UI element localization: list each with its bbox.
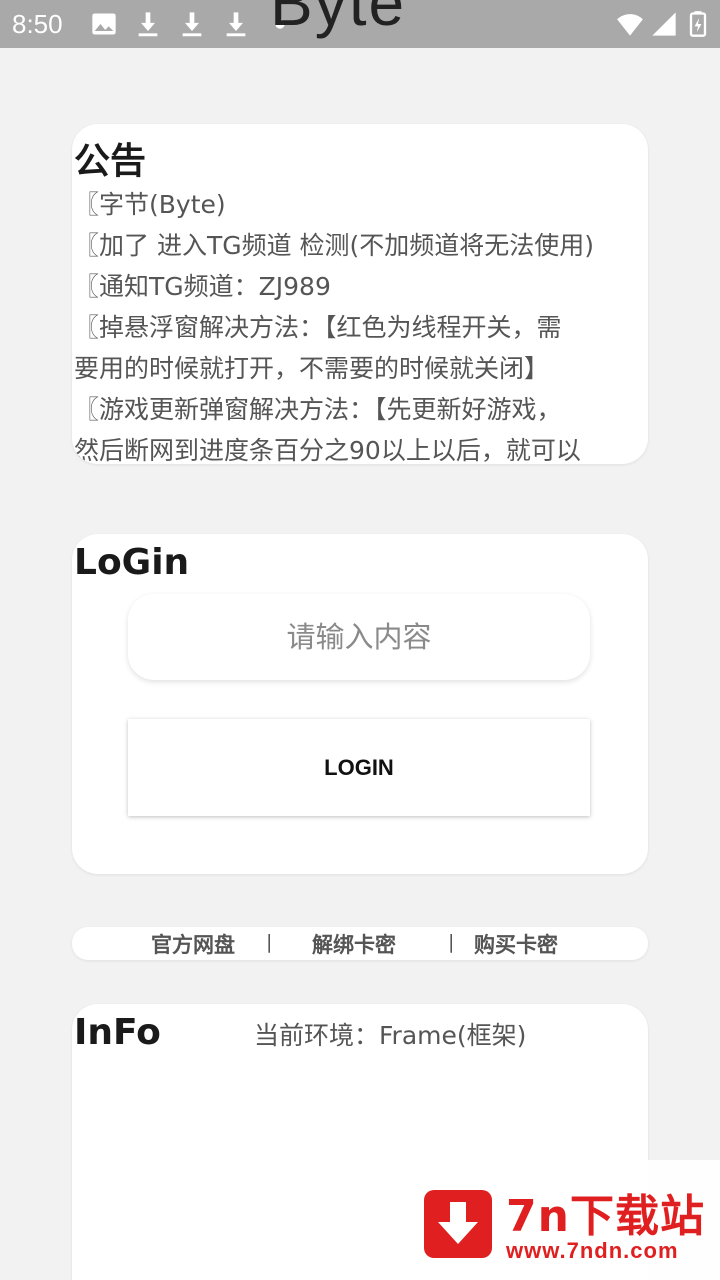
- notice-line: 要用的时候就打开，不需要的时候就关闭】: [74, 354, 550, 383]
- app-title: Byte: [270, 0, 407, 39]
- card-key-input[interactable]: [128, 594, 590, 680]
- notice-line: 〖掉悬浮窗解决方法：【红色为线程开关，需: [74, 313, 562, 342]
- links-bar: 官方网盘 | 解绑卡密 | 购买卡密: [72, 927, 648, 960]
- battery-icon: [689, 11, 707, 37]
- image-icon: [92, 13, 116, 35]
- official-netdisk-link[interactable]: 官方网盘: [151, 929, 235, 959]
- status-bar: 8:50 Byte: [0, 0, 720, 48]
- status-time: 8:50: [12, 9, 63, 39]
- watermark-brand: 7n下载站: [506, 1191, 705, 1242]
- login-card: LoGin LOGIN: [72, 534, 648, 874]
- download-icon: [138, 12, 158, 37]
- notice-title: 公告: [74, 141, 147, 182]
- download-icon: [226, 12, 246, 37]
- download-icon: [182, 12, 202, 37]
- link-separator: |: [448, 931, 455, 953]
- environment-label: 当前环境：Frame(框架): [254, 1021, 527, 1050]
- notice-line: 然后断网到进度条百分之90以上以后，就可以: [74, 436, 581, 464]
- notice-line: 〖加了 进入TG频道 检测(不加频道将无法使用): [74, 231, 595, 260]
- login-title: LoGin: [74, 542, 190, 583]
- notice-text: 〖字节(Byte) 〖加了 进入TG频道 检测(不加频道将无法使用) 〖通知TG…: [74, 184, 646, 464]
- notice-line: 〖通知TG频道：ZJ989: [74, 272, 331, 301]
- unbind-card-key-link[interactable]: 解绑卡密: [312, 929, 396, 959]
- notice-card: 公告 〖字节(Byte) 〖加了 进入TG频道 检测(不加频道将无法使用) 〖通…: [72, 124, 648, 464]
- login-button[interactable]: LOGIN: [128, 719, 590, 816]
- wifi-icon: [617, 14, 643, 36]
- signal-icon: [652, 12, 676, 36]
- watermark: 7n下载站 www.7ndn.com: [400, 1160, 720, 1280]
- buy-card-key-link[interactable]: 购买卡密: [474, 929, 558, 959]
- watermark-url: www.7ndn.com: [506, 1238, 679, 1263]
- info-title: InFo: [74, 1012, 161, 1053]
- notice-line: 〖字节(Byte): [74, 190, 226, 219]
- link-separator: |: [266, 931, 273, 953]
- notice-line: 〖游戏更新弹窗解决方法：【先更新好游戏，: [74, 395, 562, 424]
- download-logo-icon: [424, 1190, 492, 1258]
